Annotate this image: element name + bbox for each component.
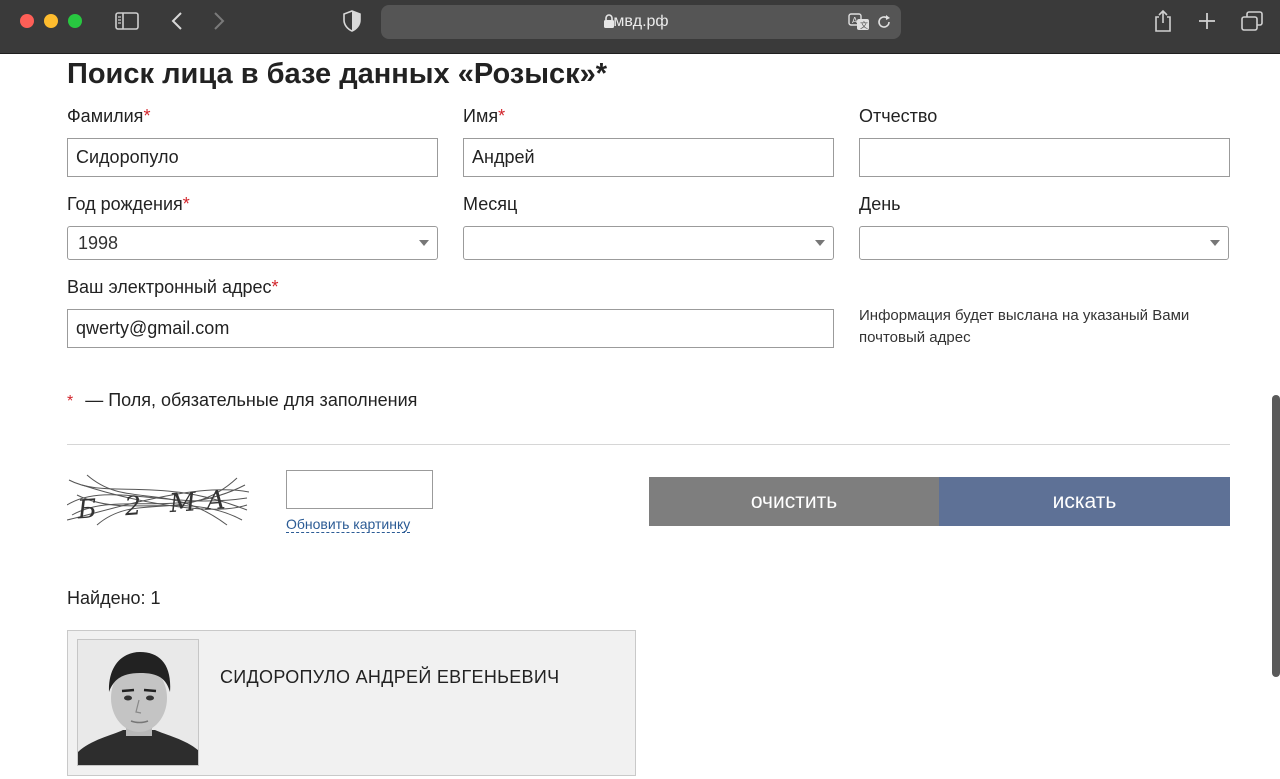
captcha-input[interactable]	[286, 470, 433, 509]
translate-icon[interactable]: A文	[847, 10, 871, 34]
email-label: Ваш электронный адрес*	[67, 277, 279, 297]
address-bar[interactable]: мвд.рф A文	[381, 5, 901, 39]
birth-year-value: 1998	[78, 233, 119, 253]
email-hint: Информация будет выслана на указаный Вам…	[859, 307, 1190, 346]
search-button[interactable]: искать	[939, 477, 1230, 526]
result-item[interactable]: СИДОРОПУЛО АНДРЕЙ ЕВГЕНЬЕВИЧ	[67, 630, 636, 776]
captcha-image: Б 2 МА	[66, 470, 250, 528]
scrollbar[interactable]	[1272, 395, 1280, 677]
forward-icon[interactable]	[210, 9, 228, 33]
page-title: Поиск лица в базе данных «Розыск»*	[67, 58, 608, 90]
caret-down-icon	[1210, 240, 1220, 246]
patronymic-input[interactable]	[859, 138, 1230, 177]
minimize-window-button[interactable]	[44, 14, 58, 28]
found-count: Найдено: 1	[67, 588, 161, 608]
required-note: * — Поля, обязательные для заполнения	[67, 390, 418, 410]
new-tab-icon[interactable]	[1196, 9, 1218, 33]
browser-toolbar: мвд.рф A文	[0, 0, 1280, 54]
share-icon[interactable]	[1152, 9, 1174, 33]
caret-down-icon	[419, 240, 429, 246]
result-name[interactable]: СИДОРОПУЛО АНДРЕЙ ЕВГЕНЬЕВИЧ	[220, 667, 559, 688]
birth-year-label: Год рождения*	[67, 194, 190, 214]
address-domain: мвд.рф	[613, 13, 669, 30]
tab-overview-icon[interactable]	[1240, 9, 1264, 33]
birth-year-select[interactable]: 1998	[67, 226, 438, 260]
sidebar-icon[interactable]	[114, 9, 140, 33]
surname-input[interactable]: Сидоропуло	[67, 138, 438, 177]
zoom-window-button[interactable]	[68, 14, 82, 28]
name-input[interactable]: Андрей	[463, 138, 834, 177]
back-icon[interactable]	[168, 9, 186, 33]
surname-label: Фамилия*	[67, 106, 151, 126]
month-select[interactable]	[463, 226, 834, 260]
email-input[interactable]: qwerty@gmail.com	[67, 309, 834, 348]
caret-down-icon	[815, 240, 825, 246]
month-label: Месяц	[463, 194, 518, 214]
privacy-shield-icon[interactable]	[342, 9, 362, 33]
page-content: Поиск лица в базе данных «Розыск»* Фамил…	[0, 55, 1280, 779]
patronymic-label: Отчество	[859, 106, 938, 126]
divider	[67, 444, 1230, 445]
svg-text:文: 文	[860, 20, 868, 30]
clear-button[interactable]: очистить	[649, 477, 939, 526]
person-photo	[77, 639, 199, 766]
close-window-button[interactable]	[20, 14, 34, 28]
reload-icon[interactable]	[875, 10, 893, 34]
name-label: Имя*	[463, 106, 506, 126]
day-label: День	[859, 194, 901, 214]
refresh-captcha-link[interactable]: Обновить картинку	[286, 516, 411, 533]
day-select[interactable]	[859, 226, 1229, 260]
